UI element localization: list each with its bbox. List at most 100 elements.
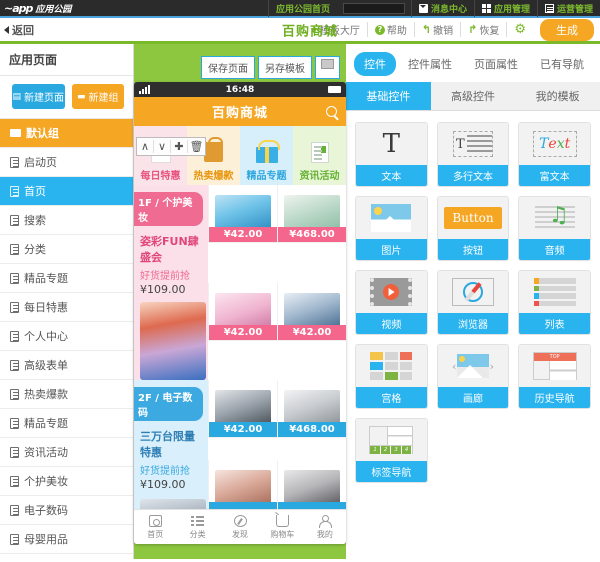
widget-list[interactable]: 列表 <box>518 270 591 335</box>
new-page-button[interactable]: ▤ 新建页面 <box>12 84 65 109</box>
tab-page-properties[interactable]: 页面属性 <box>464 52 528 76</box>
product-price: ¥468.00 <box>278 422 346 437</box>
sidebar-item-hot-sale[interactable]: 热卖爆款 <box>0 380 133 409</box>
sidebar-item-label: 电子数码 <box>24 504 68 517</box>
sidebar-item-beauty[interactable]: 个护美妆 <box>0 467 133 496</box>
page-icon <box>10 417 19 429</box>
category-label: 热卖爆款 <box>193 171 234 182</box>
category-cell-news[interactable]: 资讯活动 <box>293 126 346 185</box>
sidebar: 应用页面 ▤ 新建页面 ▬ 新建组 默认组 启动页 首页 搜索 分类 精品专题 … <box>0 44 134 559</box>
help-button[interactable]: ? 帮助 <box>368 22 415 37</box>
panel-subtabs: 基础控件 高级控件 我的模板 <box>346 82 600 111</box>
multiline-text-icon: T <box>437 123 509 165</box>
sidebar-item-baby[interactable]: 母婴用品 <box>0 525 133 554</box>
move-down-icon[interactable]: ∨ <box>154 140 171 153</box>
widget-audio[interactable]: ♫ 音频 <box>518 196 591 261</box>
discover-icon <box>233 514 247 527</box>
sidebar-item-profile[interactable]: 个人中心 <box>0 322 133 351</box>
sidebar-title: 应用页面 <box>0 44 133 76</box>
widget-label: 按钮 <box>437 239 509 260</box>
widget-image[interactable]: 图片 <box>355 196 428 261</box>
sidebar-group-default[interactable]: 默认组 <box>0 119 133 148</box>
right-panel: 控件 控件属性 页面属性 已有导航 基础控件 高级控件 我的模板 T 文本 T … <box>346 44 600 559</box>
logo[interactable]: ~app 应用公园 <box>0 2 71 15</box>
sidebar-item-digital[interactable]: 电子数码 <box>0 496 133 525</box>
tabbar-item-cart[interactable]: 购物车 <box>261 510 303 544</box>
floor-badge: 2F / 电子数码 <box>134 387 203 421</box>
preview-button[interactable] <box>315 56 340 79</box>
sidebar-item-advanced-form[interactable]: 高级表单 <box>0 351 133 380</box>
subtab-basic-widgets[interactable]: 基础控件 <box>346 82 431 110</box>
browser-icon <box>437 271 509 313</box>
product-card[interactable]: ¥42.00 <box>208 185 277 243</box>
widget-multiline-text[interactable]: T 多行文本 <box>436 122 510 187</box>
product-card[interactable]: ¥42.00 <box>208 380 277 438</box>
search-icon[interactable] <box>326 106 337 117</box>
sidebar-item-news[interactable]: 资讯活动 <box>0 438 133 467</box>
page-icon <box>10 185 19 197</box>
category-label: 资讯活动 <box>299 171 340 182</box>
redo-button[interactable]: ↱ 恢复 <box>461 22 508 37</box>
sidebar-item-daily-deal[interactable]: 每日特惠 <box>0 293 133 322</box>
tab-widget-properties[interactable]: 控件属性 <box>398 52 462 76</box>
topbar-search-input[interactable] <box>342 2 405 14</box>
delete-icon[interactable]: 🗑 <box>188 140 205 153</box>
add-icon[interactable]: ✚ <box>171 140 188 153</box>
tab-widgets[interactable]: 控件 <box>354 52 396 76</box>
save-page-button[interactable]: 保存页面 <box>201 56 255 79</box>
product-card[interactable]: ¥42.00 <box>208 282 277 341</box>
product-card[interactable]: ¥42.00 <box>277 282 346 341</box>
undo-button[interactable]: ↰ 撤销 <box>415 22 462 37</box>
tabbar-item-discover[interactable]: 发现 <box>219 510 261 544</box>
topbar-item-label: 应用管理 <box>493 4 530 15</box>
sidebar-item-search[interactable]: 搜索 <box>0 206 133 235</box>
product-image <box>209 282 277 325</box>
topbar-item-operations[interactable]: 运营管理 <box>536 0 600 17</box>
topbar-item-messages[interactable]: 消息中心 <box>410 0 474 17</box>
product-price: ¥42.00 <box>209 422 277 437</box>
new-group-button[interactable]: ▬ 新建组 <box>71 84 124 109</box>
sidebar-item-category[interactable]: 分类 <box>0 235 133 264</box>
floor-subline: 好货提前抢 <box>140 271 190 282</box>
product-card[interactable]: ¥468.00 <box>277 380 346 438</box>
gear-icon[interactable]: ⚙ <box>507 22 533 37</box>
topbar-item-home[interactable]: 应用公园首页 <box>267 0 337 17</box>
sidebar-item-label: 精品专题 <box>24 417 68 430</box>
widget-history-nav[interactable]: TOP 历史导航 <box>518 344 591 409</box>
widget-video[interactable]: 视频 <box>355 270 428 335</box>
tab-existing-nav[interactable]: 已有导航 <box>530 52 594 76</box>
tabbar-item-category[interactable]: 分类 <box>176 510 218 544</box>
category-label: 每日特惠 <box>140 171 181 182</box>
back-button[interactable]: 返回 <box>0 22 34 38</box>
widget-grid-layout[interactable]: 宫格 <box>355 344 428 409</box>
widget-button[interactable]: Button 按钮 <box>436 196 510 261</box>
category-cell-featured[interactable]: 精品专题 <box>240 126 293 185</box>
page-icon <box>10 301 19 313</box>
tabbar-item-me[interactable]: 我的 <box>304 510 346 544</box>
widget-gallery[interactable]: ‹ › 画廊 <box>436 344 510 409</box>
sidebar-item-home[interactable]: 首页 <box>0 177 133 206</box>
subtab-advanced-widgets[interactable]: 高级控件 <box>431 82 516 110</box>
widget-text[interactable]: T 文本 <box>355 122 428 187</box>
category-label: 精品专题 <box>246 171 287 182</box>
product-image <box>209 459 277 502</box>
page-icon <box>10 330 19 342</box>
topbar-item-app-management[interactable]: 应用管理 <box>473 0 537 17</box>
history-nav-top-label: TOP <box>533 353 576 361</box>
save-template-button[interactable]: 另存模板 <box>258 56 312 79</box>
widget-tab-nav[interactable]: 1234 标签导航 <box>355 418 428 483</box>
generate-button[interactable]: 生成 <box>540 18 594 41</box>
widget-rich-text[interactable]: Text 富文本 <box>518 122 591 187</box>
tabbar-item-home[interactable]: 首页 <box>134 510 176 544</box>
move-up-icon[interactable]: ∧ <box>137 140 154 153</box>
sidebar-item-splash[interactable]: 启动页 <box>0 148 133 177</box>
undo-icon: ↰ <box>421 23 432 36</box>
product-image <box>278 380 346 422</box>
subtab-my-templates[interactable]: 我的模板 <box>515 82 600 110</box>
sidebar-item-phone[interactable]: 手机 <box>0 554 133 559</box>
sidebar-item-featured-2[interactable]: 精品专题 <box>0 409 133 438</box>
widget-browser[interactable]: 浏览器 <box>436 270 510 335</box>
sidebar-item-featured-1[interactable]: 精品专题 <box>0 264 133 293</box>
floor-subline: 好货提前抢 <box>140 466 190 477</box>
product-card[interactable]: ¥468.00 <box>277 185 346 243</box>
